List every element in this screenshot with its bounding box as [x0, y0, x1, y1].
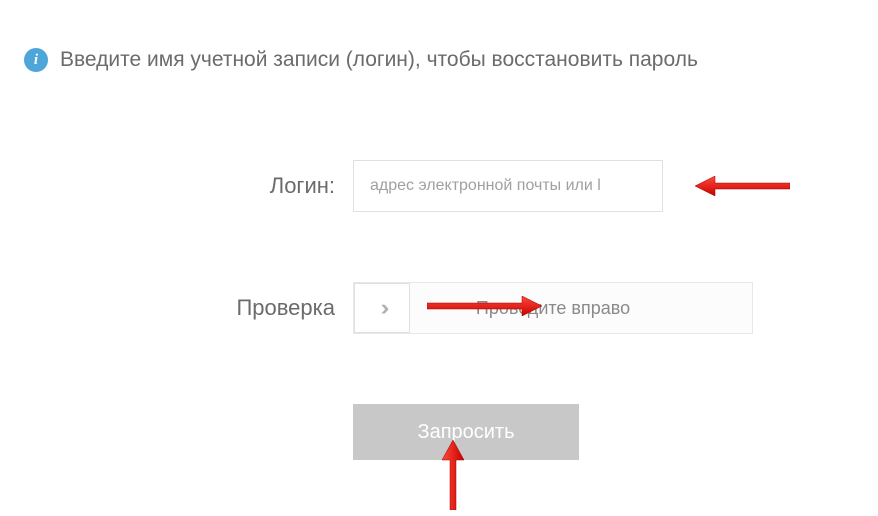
- slider-handle[interactable]: ››: [354, 283, 410, 333]
- submit-row: Запросить: [353, 404, 753, 460]
- slider-text: Проведите вправо: [476, 298, 630, 319]
- login-label: Логин:: [195, 173, 335, 199]
- info-text: Введите имя учетной записи (логин), чтоб…: [60, 48, 698, 72]
- login-row: Логин:: [195, 160, 753, 212]
- form: Логин: Проверка ›› Проведите вправо Запр…: [195, 160, 753, 460]
- verify-label: Проверка: [195, 295, 335, 321]
- login-input[interactable]: [353, 160, 663, 212]
- submit-button[interactable]: Запросить: [353, 404, 579, 460]
- verify-row: Проверка ›› Проведите вправо: [195, 282, 753, 334]
- chevron-double-right-icon: ››: [381, 295, 384, 321]
- slider-track[interactable]: ›› Проведите вправо: [353, 282, 753, 334]
- info-row: i Введите имя учетной записи (логин), чт…: [24, 48, 698, 72]
- info-icon: i: [24, 48, 48, 72]
